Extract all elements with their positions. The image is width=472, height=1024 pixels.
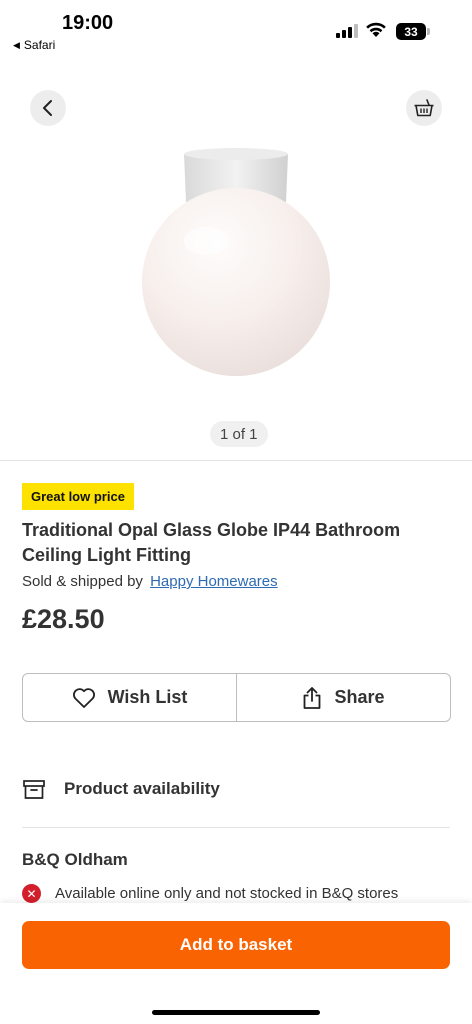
product-price: £28.50 — [22, 604, 105, 634]
price-badge: Great low price — [22, 483, 134, 510]
section-divider — [0, 460, 472, 461]
status-bar: 19:00 ◀ Safari 33 — [0, 0, 472, 58]
wifi-icon — [366, 22, 386, 37]
basket-icon — [414, 99, 434, 117]
back-app-label: Safari — [23, 38, 56, 52]
seller-link[interactable]: Happy Homewares — [150, 573, 278, 590]
back-button[interactable] — [30, 90, 66, 126]
bottom-bar: Add to basket — [0, 903, 472, 1024]
wishlist-button[interactable]: Wish List — [23, 674, 236, 721]
stock-status: ✕ Available online only and not stocked … — [22, 884, 398, 903]
wishlist-label: Wish List — [107, 687, 188, 707]
battery-level: 33 — [396, 23, 426, 40]
basket-button[interactable] — [406, 90, 442, 126]
back-to-app[interactable]: ◀ Safari — [13, 38, 55, 52]
sold-by-label: Sold & shipped by — [22, 573, 143, 590]
stock-message: Available online only and not stocked in… — [55, 885, 399, 902]
share-button[interactable]: Share — [236, 674, 450, 721]
share-icon — [304, 686, 321, 709]
section-divider — [22, 827, 450, 828]
unavailable-icon: ✕ — [22, 884, 41, 903]
product-image[interactable] — [136, 146, 336, 386]
archive-box-icon — [23, 780, 45, 799]
share-label: Share — [334, 687, 385, 707]
store-name: B&Q Oldham — [22, 850, 128, 869]
availability-heading: Product availability — [64, 779, 220, 798]
status-time: 19:00 — [62, 12, 114, 34]
sold-by: Sold & shipped by Happy Homewares — [22, 573, 278, 590]
back-triangle-icon: ◀ — [13, 39, 20, 50]
product-availability-row[interactable]: Product availability — [22, 778, 220, 800]
battery-icon: 33 — [396, 23, 430, 40]
chevron-left-icon — [43, 100, 52, 116]
home-indicator[interactable] — [152, 1010, 320, 1015]
product-title: Traditional Opal Glass Globe IP44 Bathro… — [22, 520, 401, 565]
cellular-signal-icon — [336, 24, 358, 38]
heart-icon — [72, 687, 95, 708]
action-row: Wish List Share — [22, 673, 451, 722]
add-to-basket-button[interactable]: Add to basket — [22, 921, 450, 969]
image-pager: 1 of 1 — [210, 421, 268, 447]
